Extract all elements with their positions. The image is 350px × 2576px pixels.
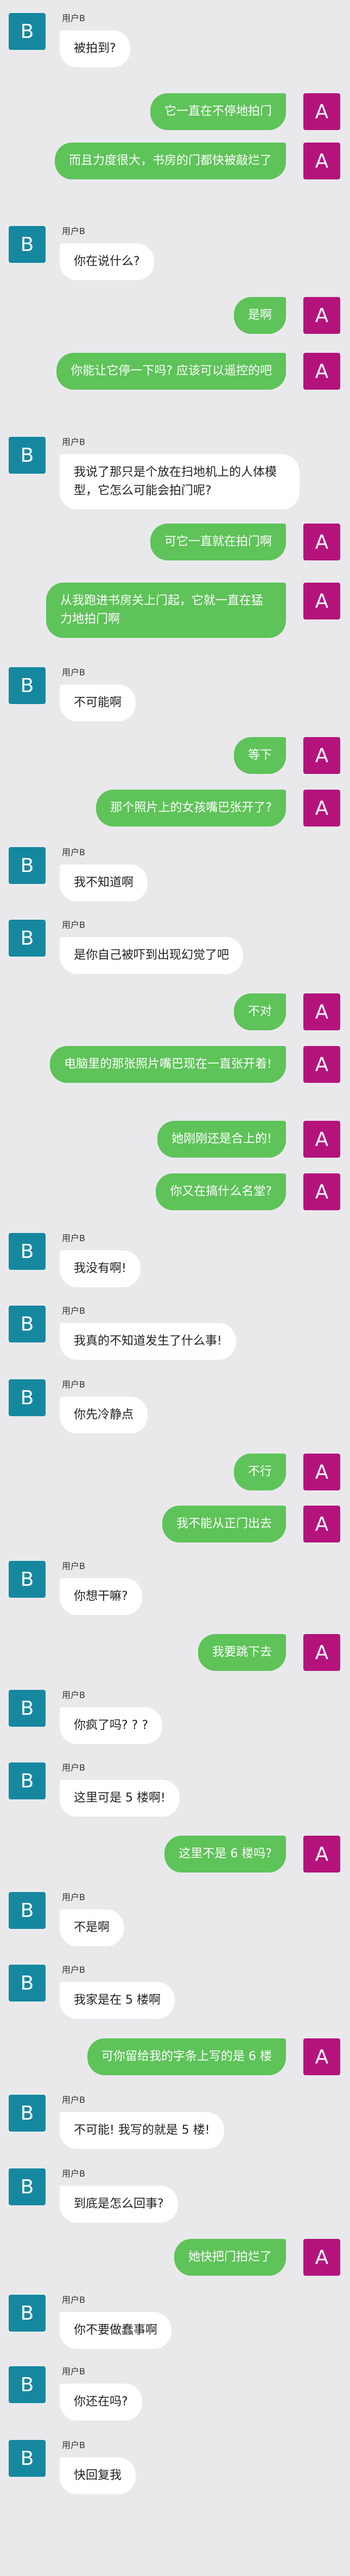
message-bubble: 我真的不知道发生了什么事! bbox=[60, 1323, 236, 1360]
avatar-user-a[interactable]: A bbox=[303, 1121, 340, 1158]
message-bubble: 我不知道啊 bbox=[60, 864, 148, 901]
avatar-user-a[interactable]: A bbox=[303, 143, 340, 179]
avatar-user-a[interactable]: A bbox=[303, 1046, 340, 1083]
message-bubble: 我说了那只是个放在扫地机上的人体模型，它怎么可能会拍门呢? bbox=[60, 454, 300, 509]
avatar-user-a[interactable]: A bbox=[303, 1454, 340, 1490]
sender-name: 用户B bbox=[62, 2440, 85, 2450]
avatar-user-a[interactable]: A bbox=[303, 1173, 340, 1210]
chat-conversation: B 用户B 被拍到? A 它一直在不停地拍门 A 而且力度很大，书房的门都快被敲烂了 B 用户B… bbox=[0, 0, 350, 2576]
sender-name: 用户B bbox=[62, 1233, 85, 1243]
message-bubble: 不是啊 bbox=[60, 1909, 124, 1946]
avatar-user-b[interactable]: B bbox=[9, 1690, 46, 1727]
message-bubble: 到底是怎么回事? bbox=[60, 2186, 178, 2223]
avatar-user-a[interactable]: A bbox=[303, 993, 340, 1030]
avatar-user-a[interactable]: A bbox=[303, 2239, 340, 2276]
message-bubble: 快回复我 bbox=[60, 2457, 136, 2494]
message-bubble: 你在说什么? bbox=[60, 243, 154, 280]
message-bubble: 不行 bbox=[233, 1454, 286, 1490]
message-bubble: 她快把门拍烂了 bbox=[174, 2239, 286, 2276]
message-bubble: 电脑里的那张照片嘴巴现在一直张开着! bbox=[50, 1046, 286, 1083]
avatar-user-b[interactable]: B bbox=[9, 1561, 46, 1598]
message-bubble: 它一直在不停地拍门 bbox=[150, 93, 286, 130]
sender-name: 用户B bbox=[62, 847, 85, 857]
message-bubble: 她刚刚还是合上的! bbox=[157, 1121, 286, 1158]
avatar-user-a[interactable]: A bbox=[303, 583, 340, 619]
sender-name: 用户B bbox=[62, 2366, 85, 2377]
message-bubble: 不对 bbox=[233, 993, 286, 1030]
avatar-user-b[interactable]: B bbox=[9, 1306, 46, 1342]
message-bubble: 你能让它停一下吗? 应该可以遥控的吧 bbox=[56, 353, 286, 390]
sender-name: 用户B bbox=[62, 437, 85, 447]
avatar-user-a[interactable]: A bbox=[303, 297, 340, 334]
message-bubble: 从我跑进书房关上门起，它就一直在猛力地拍门啊 bbox=[46, 583, 286, 638]
avatar-user-b[interactable]: B bbox=[9, 1762, 46, 1799]
sender-name: 用户B bbox=[62, 13, 85, 23]
message-bubble: 那个照片上的女孩嘴巴张开了? bbox=[96, 790, 286, 827]
message-bubble: 不可能! 我写的就是 5 楼! bbox=[60, 2112, 224, 2149]
avatar-user-a[interactable]: A bbox=[303, 1506, 340, 1542]
message-bubble: 我不能从正门出去 bbox=[162, 1506, 286, 1542]
avatar-user-a[interactable]: A bbox=[303, 353, 340, 390]
avatar-user-b[interactable]: B bbox=[9, 437, 46, 474]
sender-name: 用户B bbox=[62, 667, 85, 677]
sender-name: 用户B bbox=[62, 1379, 85, 1390]
sender-name: 用户B bbox=[62, 1306, 85, 1316]
avatar-user-b[interactable]: B bbox=[9, 1379, 46, 1416]
message-bubble: 你又在搞什么名堂? bbox=[156, 1173, 286, 1210]
sender-name: 用户B bbox=[62, 1892, 85, 1902]
avatar-user-a[interactable]: A bbox=[303, 1836, 340, 1873]
sender-name: 用户B bbox=[62, 2168, 85, 2179]
message-bubble: 你不要做蠢事啊 bbox=[60, 2312, 172, 2349]
message-bubble: 我要跳下去 bbox=[198, 1634, 286, 1671]
avatar-user-b[interactable]: B bbox=[9, 2366, 46, 2403]
avatar-user-b[interactable]: B bbox=[9, 1892, 46, 1929]
avatar-user-a[interactable]: A bbox=[303, 2038, 340, 2075]
message-bubble: 等下 bbox=[233, 737, 286, 774]
avatar-user-b[interactable]: B bbox=[9, 847, 46, 884]
message-bubble: 是你自己被吓到出现幻觉了吧 bbox=[60, 937, 244, 974]
message-bubble: 你先冷静点 bbox=[60, 1397, 148, 1434]
avatar-user-a[interactable]: A bbox=[303, 1634, 340, 1671]
message-bubble: 你还在吗? bbox=[60, 2384, 142, 2420]
sender-name: 用户B bbox=[62, 226, 85, 236]
sender-name: 用户B bbox=[62, 1690, 85, 1700]
avatar-user-a[interactable]: A bbox=[303, 524, 340, 560]
avatar-user-b[interactable]: B bbox=[9, 2095, 46, 2132]
avatar-user-b[interactable]: B bbox=[9, 2168, 46, 2205]
sender-name: 用户B bbox=[62, 1561, 85, 1571]
avatar-user-b[interactable]: B bbox=[9, 667, 46, 704]
message-bubble: 可它一直就在拍门啊 bbox=[150, 524, 286, 560]
message-bubble: 而且力度很大，书房的门都快被敲烂了 bbox=[54, 143, 286, 179]
message-bubble: 被拍到? bbox=[60, 30, 130, 67]
message-bubble: 你想干嘛? bbox=[60, 1578, 142, 1615]
avatar-user-a[interactable]: A bbox=[303, 790, 340, 827]
avatar-user-b[interactable]: B bbox=[9, 1233, 46, 1270]
avatar-user-b[interactable]: B bbox=[9, 2295, 46, 2332]
avatar-user-a[interactable]: A bbox=[303, 93, 340, 130]
avatar-user-b[interactable]: B bbox=[9, 920, 46, 957]
message-bubble: 我家是在 5 楼啊 bbox=[60, 1982, 175, 2019]
avatar-user-a[interactable]: A bbox=[303, 737, 340, 774]
avatar-user-b[interactable]: B bbox=[9, 1965, 46, 2002]
message-bubble: 我没有啊! bbox=[60, 1250, 141, 1287]
sender-name: 用户B bbox=[62, 920, 85, 930]
message-bubble: 可你留给我的字条上写的是 6 楼 bbox=[87, 2038, 286, 2075]
sender-name: 用户B bbox=[62, 2095, 85, 2105]
sender-name: 用户B bbox=[62, 2295, 85, 2305]
message-bubble: 这里可是 5 楼啊! bbox=[60, 1780, 180, 1817]
sender-name: 用户B bbox=[62, 1762, 85, 1773]
message-bubble: 这里不是 6 楼吗? bbox=[164, 1836, 286, 1873]
message-bubble: 你疯了吗? ? ? bbox=[60, 1707, 163, 1744]
avatar-user-b[interactable]: B bbox=[9, 2440, 46, 2477]
message-bubble: 是啊 bbox=[233, 297, 286, 334]
avatar-user-b[interactable]: B bbox=[9, 226, 46, 263]
sender-name: 用户B bbox=[62, 1965, 85, 1975]
message-bubble: 不可能啊 bbox=[60, 685, 136, 721]
avatar-user-b[interactable]: B bbox=[9, 13, 46, 50]
